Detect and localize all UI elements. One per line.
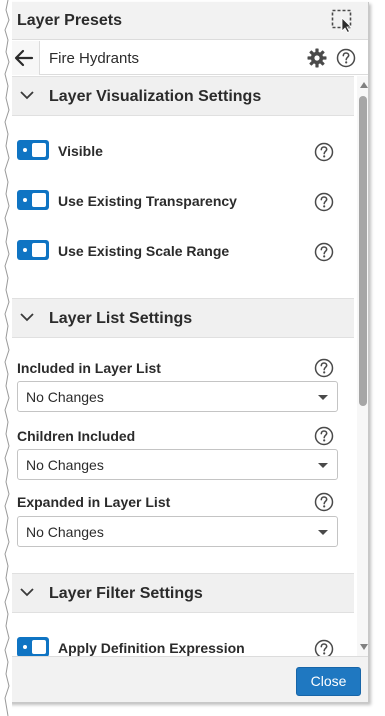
preset-name: Fire Hydrants (49, 50, 140, 67)
select-value: No Changes (26, 389, 104, 405)
chevron-down-icon (20, 588, 34, 597)
help-icon[interactable] (314, 142, 334, 162)
toggle-row-visible: Visible (8, 136, 354, 168)
select-value: No Changes (26, 457, 104, 473)
section-title: Layer List Settings (49, 310, 193, 327)
section-title: Layer Visualization Settings (49, 88, 262, 105)
scrollbar-thumb[interactable] (359, 96, 367, 406)
toggle-label: Apply Definition Expression (58, 640, 245, 656)
toggle-row-transparency: Use Existing Transparency (8, 186, 354, 218)
visible-toggle[interactable] (17, 140, 49, 160)
vertical-scrollbar[interactable] (357, 76, 368, 656)
caret-down-icon (318, 530, 328, 535)
section-header-filter[interactable]: Layer Filter Settings (8, 573, 354, 613)
help-icon[interactable] (314, 639, 334, 656)
help-icon[interactable] (314, 192, 334, 212)
help-icon[interactable] (314, 358, 334, 378)
toggle-label: Use Existing Transparency (58, 193, 237, 209)
arrow-left-icon (14, 49, 34, 67)
chevron-down-icon (20, 313, 34, 322)
caret-down-icon (318, 395, 328, 400)
gear-icon[interactable] (307, 48, 327, 68)
torn-edge-decoration (4, 0, 12, 716)
scroll-up-arrow-icon[interactable] (360, 82, 368, 88)
field-label-expanded: Expanded in Layer List (17, 494, 171, 510)
field-label-children: Children Included (17, 428, 136, 444)
layer-presets-panel: Layer Presets Fire Hydrants Layer Visual… (8, 2, 369, 703)
section-header-visualization[interactable]: Layer Visualization Settings (8, 76, 354, 116)
toggle-row-definition-expression: Apply Definition Expression (8, 633, 354, 656)
help-icon[interactable] (314, 492, 334, 512)
help-icon[interactable] (336, 48, 356, 68)
expanded-in-layer-list-select[interactable]: No Changes (17, 516, 338, 547)
select-value: No Changes (26, 524, 104, 540)
scale-range-toggle[interactable] (17, 240, 49, 260)
chevron-down-icon (20, 91, 34, 100)
toggle-label: Use Existing Scale Range (58, 243, 230, 259)
definition-expression-toggle[interactable] (17, 637, 49, 656)
transparency-toggle[interactable] (17, 190, 49, 210)
children-included-select[interactable]: No Changes (17, 449, 338, 480)
back-button[interactable] (8, 41, 40, 75)
footer-bar: Close (8, 656, 368, 702)
settings-content: Layer Visualization Settings Visible Use… (8, 76, 354, 656)
panel-title: Layer Presets (17, 12, 122, 29)
scroll-down-arrow-icon[interactable] (360, 644, 368, 650)
help-icon[interactable] (314, 426, 334, 446)
caret-down-icon (318, 463, 328, 468)
help-icon[interactable] (314, 242, 334, 262)
close-button[interactable]: Close (296, 667, 361, 696)
preset-header: Fire Hydrants (8, 41, 368, 75)
field-label-included: Included in Layer List (17, 360, 161, 376)
toggle-label: Visible (58, 143, 103, 159)
toggle-row-scale-range: Use Existing Scale Range (8, 236, 354, 268)
included-in-layer-list-select[interactable]: No Changes (17, 381, 338, 412)
section-title: Layer Filter Settings (49, 585, 203, 602)
title-bar: Layer Presets (8, 2, 368, 40)
select-cursor-icon[interactable] (331, 9, 357, 33)
section-header-layer-list[interactable]: Layer List Settings (8, 298, 354, 338)
